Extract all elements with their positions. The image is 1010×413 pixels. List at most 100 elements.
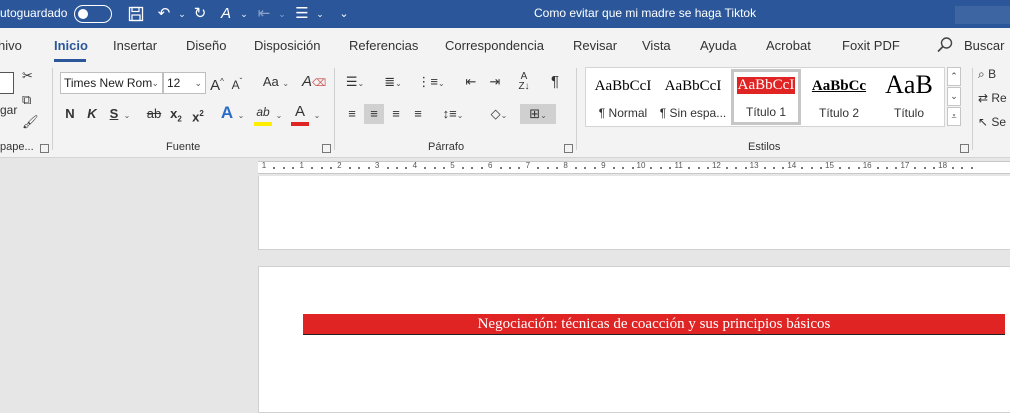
horizontal-ruler[interactable]: 1 1 2 3 4 5 6 7 8 9 10 11 12 13 14 15 16 17 18 bbox=[258, 161, 1010, 174]
tab-insertar[interactable]: Insertar bbox=[113, 38, 157, 53]
underline-dropdown-icon[interactable]: ⌄ bbox=[122, 104, 132, 124]
document-page[interactable] bbox=[258, 266, 1010, 413]
shrink-font-button[interactable]: Aˇ bbox=[228, 72, 246, 92]
tab-referencias[interactable]: Referencias bbox=[349, 38, 418, 53]
style-sin-espaciado[interactable]: AaBbCcI ¶ Sin espa... bbox=[658, 70, 728, 124]
style-titulo-1[interactable]: AaBbCcI Título 1 bbox=[731, 69, 801, 125]
indent-dropdown-icon[interactable]: ⌄ bbox=[272, 4, 292, 24]
ruler-tick bbox=[499, 167, 502, 169]
ruler-tick bbox=[358, 167, 361, 169]
styles-launcher-icon[interactable] bbox=[960, 144, 969, 153]
align-center-button[interactable]: ≡ bbox=[364, 104, 384, 124]
underline-button[interactable]: S bbox=[106, 104, 122, 124]
superscript-button[interactable]: x2 bbox=[190, 104, 206, 124]
style-titulo-2[interactable]: AaBbCc Título 2 bbox=[804, 70, 874, 124]
ruler-tick bbox=[311, 167, 314, 169]
search-label[interactable]: Buscar bbox=[964, 38, 1004, 53]
subscript-button[interactable]: x2 bbox=[168, 104, 184, 124]
styles-scroll-up-icon[interactable]: ⌃ bbox=[947, 67, 961, 86]
tab-foxit-pdf[interactable]: Foxit PDF bbox=[842, 38, 900, 53]
font-size-dropdown[interactable]: 12 ⌄ bbox=[163, 72, 206, 94]
show-formatting-button[interactable]: ¶ bbox=[546, 72, 564, 92]
increase-indent-button[interactable]: ⇥ bbox=[486, 72, 504, 92]
align-right-button[interactable]: ≡ bbox=[386, 104, 406, 124]
ruler-number: 6 bbox=[487, 161, 493, 170]
tab-diseno[interactable]: Diseño bbox=[186, 38, 226, 53]
shading-button[interactable]: ◇⌄ bbox=[484, 104, 514, 124]
document-page[interactable] bbox=[258, 176, 1010, 250]
select-button[interactable]: ↖ Se bbox=[978, 112, 1010, 132]
clipboard-launcher-icon[interactable] bbox=[40, 144, 49, 153]
group-separator bbox=[972, 68, 973, 150]
clipboard-group-label: pape... bbox=[0, 141, 34, 153]
style-normal[interactable]: AaBbCcI ¶ Normal bbox=[588, 70, 658, 124]
tab-disposicion[interactable]: Disposición bbox=[254, 38, 320, 53]
paste-label[interactable]: gar bbox=[0, 100, 17, 120]
ruler-number: 4 bbox=[412, 161, 418, 170]
tab-inicio[interactable]: Inicio bbox=[54, 38, 88, 53]
numbering-button[interactable]: ≣⌄ bbox=[380, 72, 406, 92]
styles-group-label: Estilos bbox=[748, 141, 781, 153]
justify-button[interactable]: ≡ bbox=[408, 104, 428, 124]
ruler-number: 18 bbox=[938, 161, 948, 170]
redo-icon[interactable]: ↻ bbox=[190, 4, 210, 24]
font-color-dropdown-icon[interactable]: ⌄ bbox=[312, 104, 322, 124]
paragraph-launcher-icon[interactable] bbox=[564, 144, 573, 153]
undo-dropdown-icon[interactable]: ⌄ bbox=[172, 4, 192, 24]
bullets-button[interactable]: ☰⌄ bbox=[342, 72, 368, 92]
find-button[interactable]: ⌕ B bbox=[978, 64, 1010, 84]
format-painter-icon[interactable]: A bbox=[216, 4, 236, 24]
replace-button[interactable]: ⇄ Re bbox=[978, 88, 1010, 108]
account-area[interactable] bbox=[955, 6, 1010, 24]
tab-revisar[interactable]: Revisar bbox=[573, 38, 617, 53]
strikethrough-button[interactable]: ab bbox=[144, 104, 164, 124]
ruler-tick bbox=[970, 167, 973, 169]
italic-button[interactable]: K bbox=[84, 104, 100, 124]
tab-vista[interactable]: Vista bbox=[642, 38, 671, 53]
text-effects-button[interactable]: A bbox=[218, 103, 236, 123]
search-icon[interactable] bbox=[936, 36, 954, 54]
tab-correspondencia[interactable]: Correspondencia bbox=[445, 38, 544, 53]
indent-icon[interactable]: ⇤ bbox=[254, 4, 274, 24]
document-heading[interactable]: Negociación: técnicas de coacción y sus … bbox=[303, 314, 1005, 335]
copy-icon[interactable]: ⧉ bbox=[22, 90, 31, 110]
customize-toolbar-icon[interactable]: ⌄ bbox=[334, 4, 354, 24]
format-painter-brush-icon[interactable]: 🖌 bbox=[22, 112, 39, 132]
tab-ayuda[interactable]: Ayuda bbox=[700, 38, 737, 53]
highlight-button[interactable]: ab bbox=[254, 102, 272, 122]
font-launcher-icon[interactable] bbox=[322, 144, 331, 153]
font-group-label: Fuente bbox=[166, 141, 201, 153]
list-dropdown-icon[interactable]: ⌄ bbox=[310, 4, 330, 24]
borders-button[interactable]: ⊞⌄ bbox=[520, 104, 556, 124]
cut-icon[interactable]: ✂ bbox=[22, 66, 33, 86]
autosave-toggle[interactable] bbox=[74, 5, 112, 23]
tab-archivo[interactable]: hivo bbox=[0, 38, 22, 53]
ruler-number: 12 bbox=[711, 161, 721, 170]
text-effects-dropdown-icon[interactable]: ⌄ bbox=[236, 104, 246, 124]
format-dropdown-icon[interactable]: ⌄ bbox=[234, 4, 254, 24]
font-name-dropdown[interactable]: Times New Rom ⌄ bbox=[60, 72, 163, 94]
clear-format-button[interactable]: A⌫ bbox=[302, 72, 326, 92]
decrease-indent-button[interactable]: ⇤ bbox=[462, 72, 480, 92]
tab-acrobat[interactable]: Acrobat bbox=[766, 38, 811, 53]
bold-button[interactable]: N bbox=[62, 104, 78, 124]
styles-scroll-down-icon[interactable]: ⌄ bbox=[947, 87, 961, 106]
multilevel-list-button[interactable]: ⋮≡⌄ bbox=[416, 72, 446, 92]
highlight-dropdown-icon[interactable]: ⌄ bbox=[274, 104, 284, 124]
ruler-tick bbox=[810, 167, 813, 169]
font-color-button[interactable]: A bbox=[291, 102, 309, 122]
change-case-button[interactable]: Aa ⌄ bbox=[260, 72, 292, 92]
line-spacing-button[interactable]: ↕≡⌄ bbox=[440, 104, 466, 124]
list-icon[interactable]: ☰ bbox=[292, 4, 312, 24]
ruler-tick bbox=[688, 167, 691, 169]
grow-font-button[interactable]: A^ bbox=[208, 72, 226, 94]
ruler-tick bbox=[546, 167, 549, 169]
undo-icon[interactable]: ↶ bbox=[154, 4, 174, 24]
paste-icon[interactable] bbox=[0, 72, 14, 94]
style-titulo[interactable]: AaB Título bbox=[874, 70, 944, 124]
sort-button[interactable]: A Z↓ bbox=[514, 72, 534, 92]
align-left-button[interactable]: ≡ bbox=[342, 104, 362, 124]
ruler-number: 9 bbox=[601, 161, 606, 170]
styles-more-icon[interactable]: ⩡ bbox=[947, 107, 961, 126]
save-icon[interactable] bbox=[126, 4, 146, 24]
